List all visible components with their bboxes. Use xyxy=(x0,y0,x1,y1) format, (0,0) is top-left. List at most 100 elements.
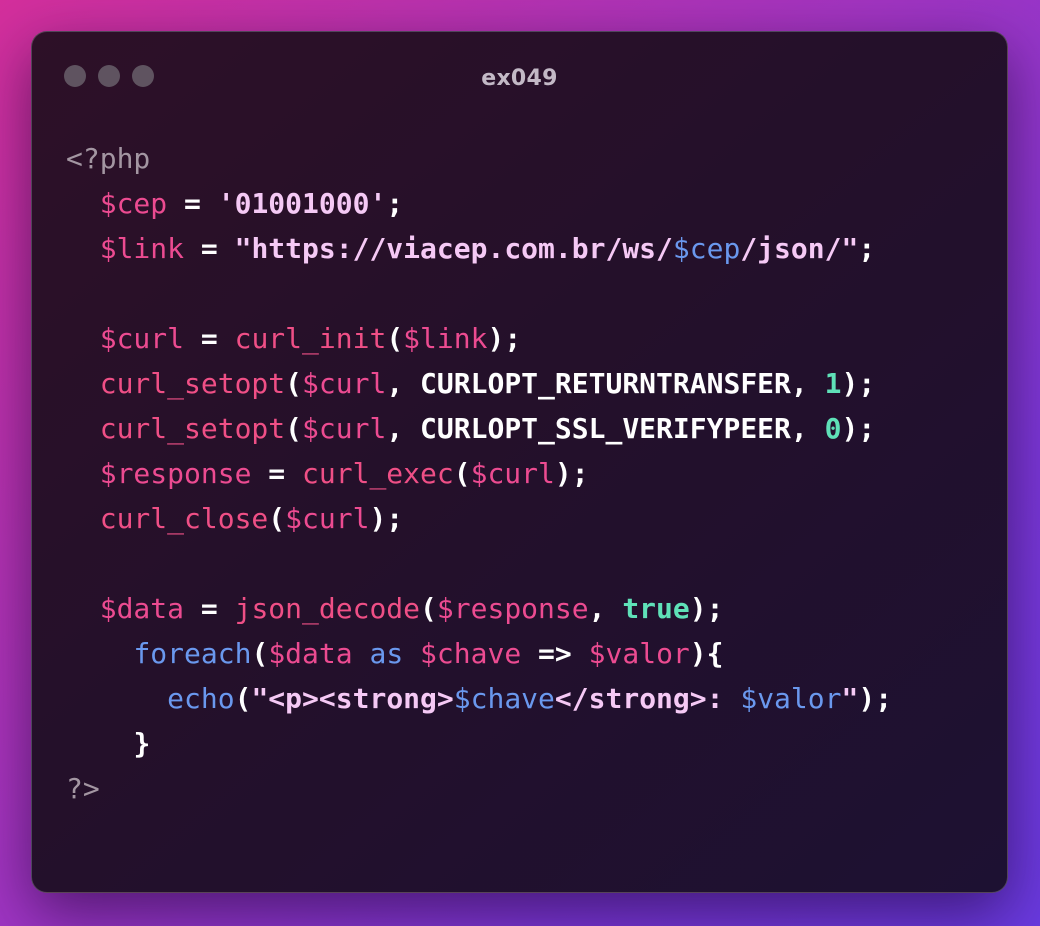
code-token-str: "https://viacep.com.br/ws/ xyxy=(234,232,673,265)
code-token-kw: as xyxy=(369,637,404,670)
code-token-plain: = xyxy=(184,322,235,355)
code-token-plain: ( xyxy=(420,592,437,625)
code-block[interactable]: <?php $cep = '01001000'; $link = "https:… xyxy=(66,136,892,811)
code-token-plain: ); xyxy=(554,457,589,490)
code-token-var: $data xyxy=(99,592,185,625)
code-token-plain: = xyxy=(184,232,235,265)
code-line: ?> xyxy=(66,766,892,811)
code-token-plain: ){ xyxy=(689,637,724,670)
code-token-plain: ( xyxy=(386,322,404,355)
code-token-meta: <?php xyxy=(66,142,151,175)
code-token-plain: ; xyxy=(858,232,876,265)
code-line: curl_setopt($curl, CURLOPT_SSL_VERIFYPEE… xyxy=(66,406,892,451)
code-token-var: $link xyxy=(403,322,488,355)
code-token-plain: } xyxy=(133,727,151,760)
code-token-func: curl_exec xyxy=(302,457,454,490)
code-token-plain: , xyxy=(790,412,825,445)
code-line: echo("<p><strong>$chave</strong>: $valor… xyxy=(66,676,892,721)
code-token-plain: ( xyxy=(285,412,303,445)
code-token-const: CURLOPT_RETURNTRANSFER xyxy=(420,367,791,400)
code-token-var: $curl xyxy=(302,412,387,445)
code-line: $cep = '01001000'; xyxy=(66,181,892,226)
code-token-bool: true xyxy=(622,592,690,625)
code-line: } xyxy=(66,721,892,766)
code-token-plain: ); xyxy=(369,502,404,535)
code-window: ex049 <?php $cep = '01001000'; $link = "… xyxy=(31,31,1008,893)
code-token-var: $curl xyxy=(99,322,185,355)
code-token-plain: , xyxy=(386,412,421,445)
code-token-num: 1 xyxy=(824,367,842,400)
code-token-str: "<p><strong> xyxy=(251,682,454,715)
code-line: <?php xyxy=(66,136,892,181)
code-line: curl_setopt($curl, CURLOPT_RETURNTRANSFE… xyxy=(66,361,892,406)
code-token-plain: ); xyxy=(689,592,724,625)
code-token-func: curl_setopt xyxy=(99,412,286,445)
code-token-var: $curl xyxy=(470,457,555,490)
code-token-var: $data xyxy=(268,637,353,670)
code-token-func: curl_setopt xyxy=(99,367,286,400)
code-line: $data = json_decode($response, true); xyxy=(66,586,892,631)
code-token-strvar: $chave xyxy=(453,682,555,715)
code-line: foreach($data as $chave => $valor){ xyxy=(66,631,892,676)
code-token-plain: = xyxy=(184,592,235,625)
window-title: ex049 xyxy=(481,66,558,91)
code-token-num: 0 xyxy=(824,412,842,445)
code-line: $curl = curl_init($link); xyxy=(66,316,892,361)
code-token-plain: ); xyxy=(841,367,876,400)
code-token-plain: , xyxy=(790,367,825,400)
code-token-str: " xyxy=(841,682,859,715)
code-token-plain: => xyxy=(521,637,589,670)
code-token-plain: ); xyxy=(858,682,893,715)
code-token-kw: foreach xyxy=(133,637,252,670)
code-token-plain: ( xyxy=(268,502,286,535)
code-token-plain: ); xyxy=(841,412,876,445)
code-line: $response = curl_exec($curl); xyxy=(66,451,892,496)
code-token-var: $link xyxy=(99,232,185,265)
code-token-func: curl_close xyxy=(99,502,269,535)
code-token-var: $curl xyxy=(302,367,387,400)
code-token-kw: echo xyxy=(167,682,235,715)
code-token-var: $chave xyxy=(420,637,522,670)
code-token-plain: = xyxy=(251,457,303,490)
code-token-str: '01001000' xyxy=(217,187,387,220)
code-token-strvar: $valor xyxy=(740,682,842,715)
code-token-plain: ; xyxy=(386,187,404,220)
code-token-var: $response xyxy=(99,457,252,490)
code-token-plain: ( xyxy=(251,637,269,670)
code-token-plain: ( xyxy=(285,367,303,400)
code-token-plain: , xyxy=(588,592,623,625)
code-token-str: /json/" xyxy=(740,232,859,265)
code-token-str: </strong>: xyxy=(554,682,741,715)
code-token-plain: ( xyxy=(453,457,471,490)
code-token-strvar: $cep xyxy=(672,232,741,265)
code-token-plain: ( xyxy=(234,682,252,715)
code-token-var: $response xyxy=(436,592,589,625)
code-token-plain: ); xyxy=(487,322,522,355)
code-token-const: CURLOPT_SSL_VERIFYPEER xyxy=(420,412,791,445)
code-token-func: curl_init xyxy=(234,322,387,355)
code-line: $link = "https://viacep.com.br/ws/$cep/j… xyxy=(66,226,892,271)
code-token-plain: , xyxy=(386,367,421,400)
code-token-var: $valor xyxy=(588,637,690,670)
code-token-var: $curl xyxy=(285,502,370,535)
code-line: curl_close($curl); xyxy=(66,496,892,541)
code-token-meta: ?> xyxy=(66,772,100,805)
code-token-func: json_decode xyxy=(234,592,421,625)
code-token-var: $cep xyxy=(99,187,168,220)
code-token-plain: = xyxy=(167,187,218,220)
